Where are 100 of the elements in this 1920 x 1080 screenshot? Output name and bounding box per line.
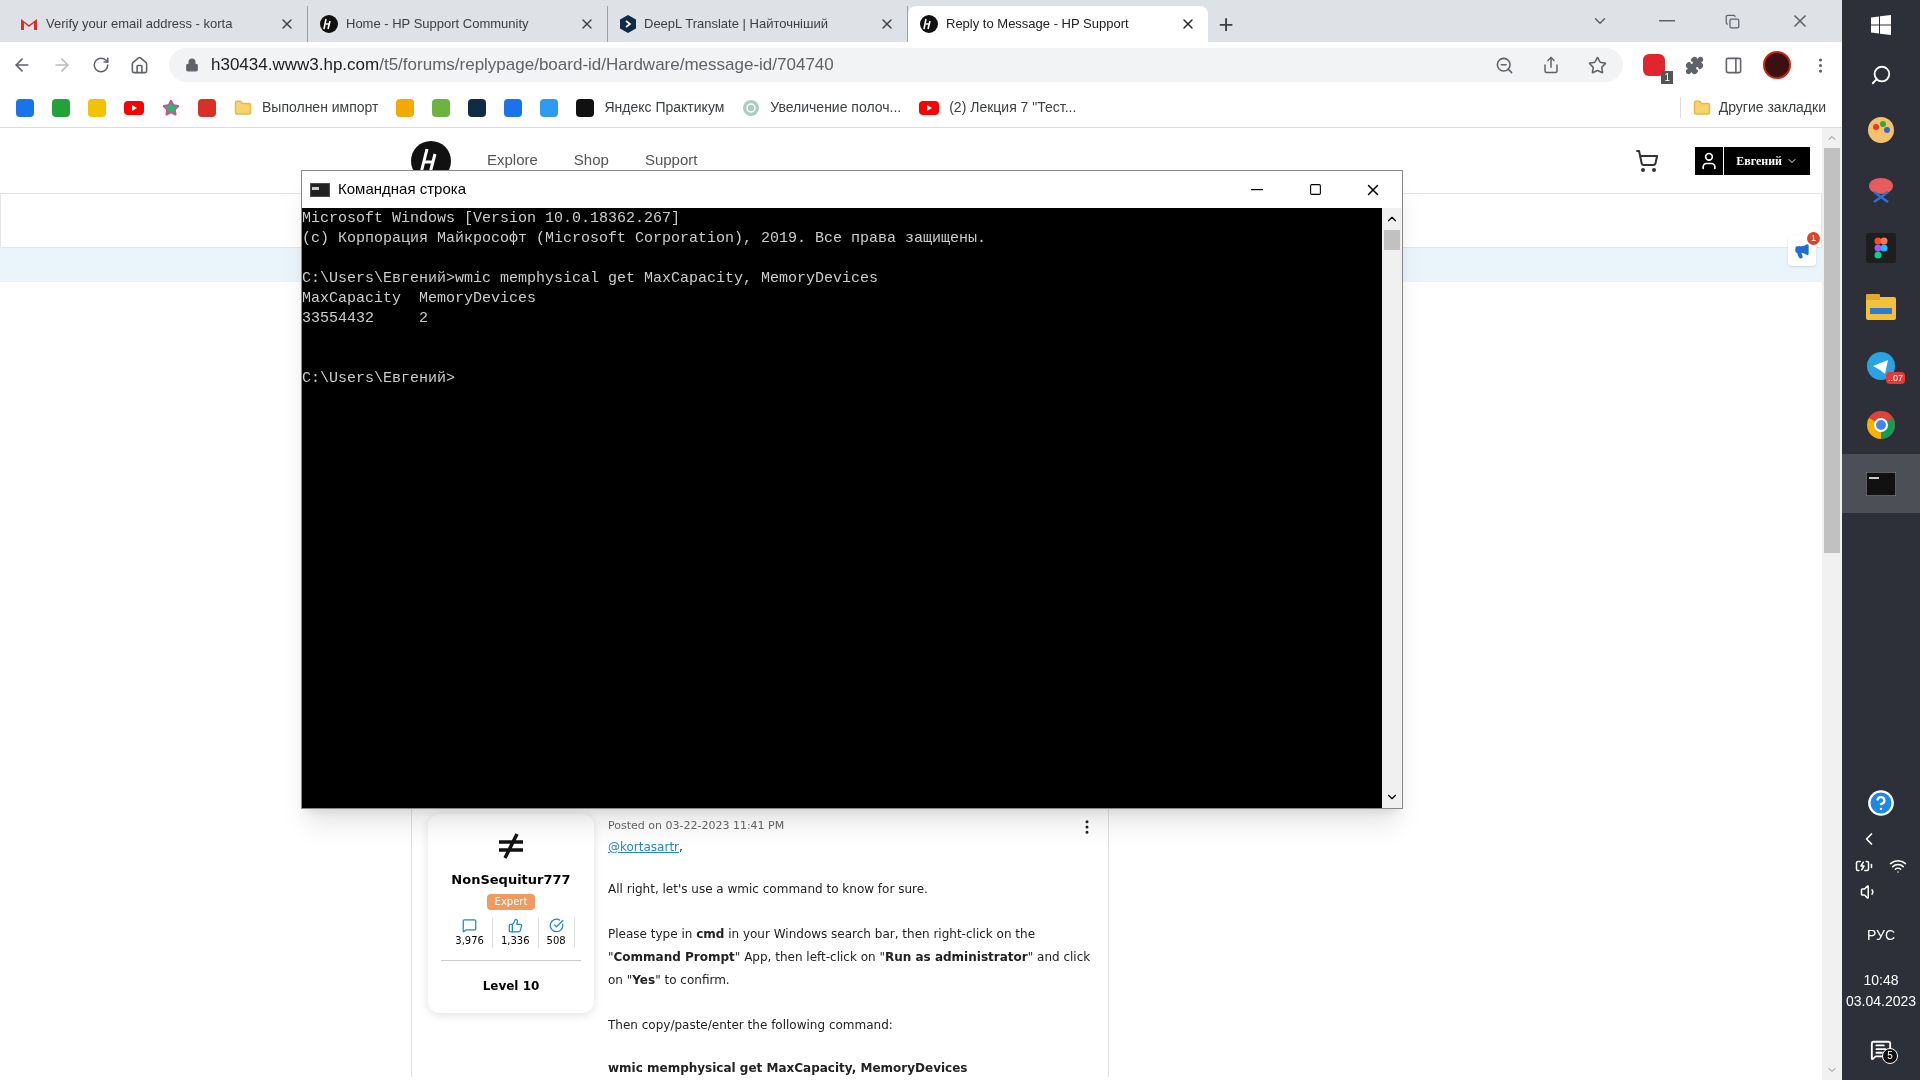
badge-count: 1 <box>1661 71 1673 84</box>
clock-date[interactable]: 03.04.2023 <box>1845 991 1917 1012</box>
flower-icon <box>742 98 761 117</box>
app-icon <box>16 98 34 117</box>
tab-title: DeepL Translate | Найточніший <box>644 15 828 34</box>
bookmark-item[interactable]: Выполнен импорт <box>234 97 379 118</box>
stat-count: 3,976 <box>455 933 484 948</box>
rank-badge: Expert <box>486 893 536 910</box>
console-line: Microsoft Windows [Version 10.0.18362.267] <box>302 209 681 229</box>
folder-icon <box>234 98 252 117</box>
app-icon <box>88 98 106 117</box>
taskbar-app[interactable]: ..07 <box>1842 336 1920 395</box>
play-icon <box>919 100 940 115</box>
folder-icon <box>1866 293 1896 320</box>
tab-title: Home - HP Support Community <box>346 15 529 34</box>
reload-icon[interactable] <box>92 56 110 74</box>
play-icon <box>124 100 144 115</box>
extensions-icon[interactable] <box>1685 55 1704 75</box>
check-circle-icon <box>548 917 564 933</box>
language-indicator[interactable]: РУС <box>1866 925 1895 946</box>
user-menu[interactable]: Евгений <box>1724 146 1810 175</box>
app-icon <box>540 98 559 117</box>
browser-icon <box>1866 409 1896 440</box>
windows-icon <box>1871 15 1891 35</box>
post-paragraph: Then copy/paste/enter the following command: <box>608 1017 894 1034</box>
level-label: Level 10 <box>482 977 540 995</box>
notifications-button[interactable]: 5 <box>1842 1028 1920 1072</box>
restore-icon[interactable] <box>1725 13 1740 29</box>
notification-icon <box>1870 1039 1892 1061</box>
post-date: Posted on 03-22-2023 11:41 PM <box>608 818 785 834</box>
window-title: Командная строка <box>338 179 467 200</box>
lock-icon <box>185 58 199 72</box>
minimize-icon <box>1251 188 1263 191</box>
zoom-out-icon[interactable] <box>1495 55 1514 75</box>
share-icon[interactable] <box>1542 56 1560 74</box>
bookmark-item[interactable]: Яндекс Практикум <box>576 97 725 118</box>
app-icon <box>198 98 216 117</box>
other-bookmarks[interactable]: Другие закладки <box>1679 97 1826 118</box>
cart-icon[interactable] <box>1635 148 1660 173</box>
author-name: NonSequitur777 <box>451 871 571 889</box>
nav-link[interactable]: Support <box>644 149 698 172</box>
app-icon <box>396 98 415 117</box>
logo-icon <box>920 15 938 33</box>
badge-count: ..07 <box>1886 372 1905 384</box>
badge-count: 5 <box>1882 1048 1898 1064</box>
address-bar[interactable]: h30434.www3.hp.com/t5/forums/replypage/board-id/Hardware/message-id/704740 <box>169 48 1623 82</box>
browser-tab[interactable]: Reply to Message - HP Support <box>908 6 1208 42</box>
app-icon <box>52 98 70 117</box>
stat-count: 1,336 <box>500 933 530 948</box>
scrollbar-thumb[interactable] <box>1824 148 1840 553</box>
app-icon <box>504 98 523 117</box>
mail-icon <box>20 17 38 31</box>
app-icon <box>1866 232 1896 263</box>
adblock-icon[interactable] <box>1643 54 1665 76</box>
bookmark-item[interactable]: Увеличение полоч... <box>742 97 902 118</box>
badge-count: 1 <box>1807 232 1820 245</box>
app-icon <box>576 98 595 117</box>
app-icon <box>468 98 487 117</box>
tab-title: Verify your email address - korta <box>46 15 233 34</box>
post-paragraph: All right, let's use a wmic command to know for sure. <box>608 881 929 898</box>
mention-link[interactable]: @kortasartr <box>608 840 680 854</box>
wifi-icon[interactable] <box>1889 857 1907 875</box>
star-icon <box>162 98 180 117</box>
console-line: C:\Users\Евгений> <box>302 369 456 389</box>
help-icon[interactable] <box>1867 789 1895 817</box>
folder-icon <box>1692 98 1711 117</box>
console-line: C:\Users\Евгений>wmic memphysical get MaxCapacity, MemoryDevices <box>302 269 879 289</box>
avatar-icon[interactable] <box>1763 51 1791 79</box>
new-tab-button[interactable]: + <box>1208 6 1244 42</box>
bookmark-label: Выполнен импорт <box>262 98 379 117</box>
hexagon-icon <box>620 15 636 33</box>
terminal-icon <box>310 182 330 197</box>
megaphone-icon <box>1794 243 1810 259</box>
thumbs-up-icon <box>507 917 523 933</box>
bookmark-label: Яндекс Практикум <box>604 98 725 117</box>
home-icon[interactable] <box>130 55 149 75</box>
comment-icon <box>462 917 478 933</box>
tab-title: Reply to Message - HP Support <box>946 15 1129 34</box>
bookmark-label: Увеличение полоч... <box>770 98 902 117</box>
bookmark-item[interactable] <box>468 98 487 117</box>
mention-line: @kortasartr, <box>608 839 684 856</box>
scrollbar-thumb[interactable] <box>1384 230 1400 250</box>
bookmark-label: (2) Лекция 7 "Тест... <box>949 98 1077 117</box>
bookmark-item[interactable]: (2) Лекция 7 "Тест... <box>919 97 1077 118</box>
app-icon <box>432 98 451 117</box>
url-text: h30434.www3.hp.com/t5/forums/replypage/board-id/Hardware/message-id/704740 <box>211 54 835 77</box>
console-line: (c) Корпорация Майкрософт (Microsoft Corporation), 2019. Все права защищены. <box>302 229 987 249</box>
stat-count: 508 <box>546 933 566 948</box>
clock-time[interactable]: 10:48 <box>1863 970 1899 991</box>
bookmark-star-icon[interactable] <box>1588 55 1607 75</box>
nav-link[interactable]: Explore <box>487 149 538 172</box>
maximize-icon <box>1308 183 1322 196</box>
console-line: MaxCapacity MemoryDevices <box>302 289 537 309</box>
nav-link[interactable]: Shop <box>573 149 609 172</box>
post-paragraph: Please type in cmd in your Windows search bar, then right-click on the "Command Prompt" App, then left-click on "Run as administrator" and click on "Yes" to confirm. <box>608 926 1092 989</box>
bookmark-label: Другие закладки <box>1718 98 1826 117</box>
command-text: wmic memphysical get MaxCapacity, MemoryDevices <box>608 1060 969 1077</box>
profile-button[interactable] <box>1695 146 1724 175</box>
side-panel-icon[interactable] <box>1724 55 1743 75</box>
search-icon <box>1870 64 1892 86</box>
